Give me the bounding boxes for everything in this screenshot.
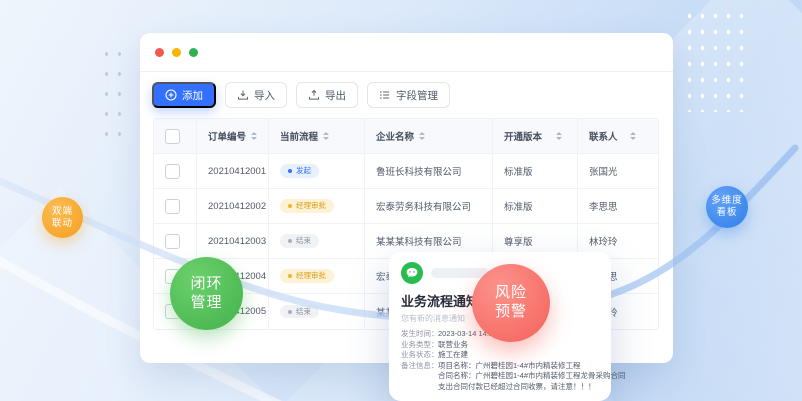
status-dot-icon xyxy=(288,169,292,173)
status-badge: 结束 xyxy=(280,234,319,248)
notification-field: 合同名称：广州碧桂园1-4#市内精装修工程龙骨采购合同 xyxy=(401,371,599,382)
cell-order-no: 20210412003 xyxy=(197,224,269,258)
table-row: 20210412002 经理审批 宏泰劳务科技有限公司 标准版 李思思 xyxy=(154,189,658,224)
field-manage-button[interactable]: 字段管理 xyxy=(367,82,450,108)
bg-dot-grid-left xyxy=(100,44,127,140)
export-button[interactable]: 导出 xyxy=(296,82,358,108)
row-checkbox[interactable] xyxy=(165,199,180,214)
toolbar: 添加 导入 导出 字段管理 xyxy=(140,72,673,118)
header-select-all[interactable] xyxy=(154,119,197,153)
status-dot-icon xyxy=(288,274,292,278)
notification-field: 业务状态： 施工在建 xyxy=(401,350,599,361)
header-contact[interactable]: 联系人 xyxy=(578,119,658,153)
add-button-label: 添加 xyxy=(182,88,203,103)
feature-badge-multi-dimension: 多维度 看板 xyxy=(706,186,748,228)
cell-order-no: 20210412002 xyxy=(197,189,269,223)
sort-icon[interactable] xyxy=(419,132,425,140)
export-button-label: 导出 xyxy=(325,88,346,103)
cell-company: 鲁班长科技有限公司 xyxy=(365,154,493,188)
window-close-icon[interactable] xyxy=(155,48,164,57)
import-button[interactable]: 导入 xyxy=(225,82,287,108)
status-dot-icon xyxy=(288,310,292,314)
cell-company: 宏泰劳务科技有限公司 xyxy=(365,189,493,223)
wechat-message-icon xyxy=(401,262,423,284)
sort-icon[interactable] xyxy=(323,132,329,140)
sort-icon[interactable] xyxy=(630,132,636,140)
table-row: 20210412001 发起 鲁班长科技有限公司 标准版 张国光 xyxy=(154,154,658,189)
cell-version: 标准版 xyxy=(493,189,578,223)
status-badge: 经理审批 xyxy=(280,269,334,283)
header-current-process[interactable]: 当前流程 xyxy=(269,119,365,153)
header-version[interactable]: 开通版本 xyxy=(493,119,578,153)
sort-icon[interactable] xyxy=(251,132,257,140)
cell-version: 标准版 xyxy=(493,154,578,188)
window-zoom-icon[interactable] xyxy=(189,48,198,57)
feature-badge-closed-loop: 闭环 管理 xyxy=(170,257,243,330)
row-checkbox[interactable] xyxy=(165,234,180,249)
marketing-scene: 添加 导入 导出 字段管理 xyxy=(0,0,802,401)
notification-field: 支出合同付款已经超过合同收票，请注意！！！ xyxy=(401,382,599,393)
status-badge: 发起 xyxy=(280,164,319,178)
cell-contact: 李思思 xyxy=(578,189,658,223)
status-badge: 经理审批 xyxy=(280,199,334,213)
feature-badge-dual-end: 双端 联动 xyxy=(42,197,83,238)
bg-dot-grid-right xyxy=(683,8,747,112)
notification-source-placeholder xyxy=(431,268,489,278)
add-button[interactable]: 添加 xyxy=(152,82,216,108)
select-all-checkbox[interactable] xyxy=(165,129,180,144)
window-minimize-icon[interactable] xyxy=(172,48,181,57)
field-manage-button-label: 字段管理 xyxy=(396,88,438,103)
status-dot-icon xyxy=(288,204,292,208)
header-company-name[interactable]: 企业名称 xyxy=(365,119,493,153)
sort-icon[interactable] xyxy=(556,132,562,140)
window-titlebar xyxy=(140,33,673,72)
header-order-no[interactable]: 订单编号 xyxy=(197,119,269,153)
row-checkbox[interactable] xyxy=(165,164,180,179)
notification-field: 备注信息： 项目名称：广州碧桂园1-4#市内精装修工程 xyxy=(401,361,599,372)
export-icon xyxy=(308,89,320,101)
import-button-label: 导入 xyxy=(254,88,275,103)
status-dot-icon xyxy=(288,239,292,243)
feature-badge-risk-warning: 风险 预警 xyxy=(472,264,550,342)
cell-order-no: 20210412001 xyxy=(197,154,269,188)
table-header-row: 订单编号 当前流程 企业名称 开通版本 联系人 xyxy=(154,119,658,154)
status-badge: 结束 xyxy=(280,305,319,319)
plus-circle-icon xyxy=(165,89,177,101)
import-icon xyxy=(237,89,249,101)
cell-contact: 张国光 xyxy=(578,154,658,188)
list-settings-icon xyxy=(379,89,391,101)
notification-field: 业务类型： 联营业务 xyxy=(401,340,599,351)
